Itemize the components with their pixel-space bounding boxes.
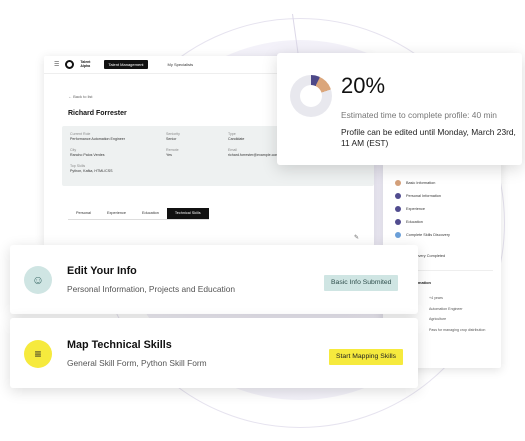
profile-tabs: Personal Experience Education Technical … <box>68 208 209 220</box>
estimated-time-text: Estimated time to complete profile: 40 m… <box>341 110 497 120</box>
info-rows: +4 years Automation Engineer Agriculture… <box>409 296 499 338</box>
start-mapping-skills-button[interactable]: Start Mapping Skills <box>329 349 404 365</box>
status-dot-icon <box>395 179 401 186</box>
nav-my-specialists[interactable]: My Specialists <box>168 62 194 67</box>
info-row: Pass for managing crop distribution <box>429 327 486 332</box>
field-seniority: Seniority Senior <box>166 132 180 141</box>
field-current-role: Current Role Performance Automation Engin… <box>70 132 125 141</box>
tab-experience[interactable]: Experience <box>99 208 134 219</box>
status-dot-icon <box>395 232 401 239</box>
back-to-list-link[interactable]: ← Back to list <box>68 94 92 99</box>
menu-icon[interactable]: ☰ <box>54 61 59 68</box>
edit-info-card[interactable]: ☺ Edit Your Info Personal Information, P… <box>10 245 418 314</box>
field-email: Email richard.forrester@example.com <box>228 148 279 157</box>
logo-text: Talent Alpha <box>80 59 91 68</box>
tab-education[interactable]: Education <box>134 208 167 219</box>
logo-icon <box>65 60 75 69</box>
info-row: Automation Engineer <box>429 306 463 311</box>
tab-technical-skills[interactable]: Technical Skills <box>166 208 209 219</box>
status-dot-icon <box>395 192 401 199</box>
map-skills-title: Map Technical Skills <box>67 339 172 351</box>
edit-deadline-text: Profile can be edited until Monday, Marc… <box>341 127 516 148</box>
field-type: Type Candidate <box>228 132 245 141</box>
progress-percent: 20% <box>341 73 386 98</box>
field-top-skills: Top Skills Python, Kafka, HTML/CSS <box>70 164 113 173</box>
step-skills-discovery[interactable]: Complete Skills Discovery <box>395 229 450 242</box>
profile-progress-popup: 20% Estimated time to complete profile: … <box>277 53 522 165</box>
edit-info-subtitle: Personal Information, Projects and Educa… <box>67 284 236 294</box>
list-icon: ≡ <box>24 340 52 368</box>
status-dot-icon <box>395 219 401 226</box>
steps-list: Basic Information Personal Information E… <box>395 176 450 242</box>
pencil-icon[interactable]: ✎ <box>354 234 359 241</box>
info-row: Agriculture <box>429 317 447 321</box>
basic-info-submitted-button[interactable]: Basic Info Submited <box>324 275 399 291</box>
progress-pie-chart <box>290 75 332 117</box>
smiley-icon: ☺ <box>24 266 52 294</box>
status-dot-icon <box>395 205 401 212</box>
profile-name: Richard Forrester <box>68 110 127 117</box>
map-skills-card[interactable]: ≡ Map Technical Skills General Skill For… <box>10 318 418 388</box>
map-skills-subtitle: General Skill Form, Python Skill Form <box>67 358 207 368</box>
step-personal-information[interactable]: Personal Information <box>395 189 450 202</box>
edit-info-title: Edit Your Info <box>67 265 137 277</box>
tab-personal[interactable]: Personal <box>68 208 99 219</box>
field-city: City Rancho Palos Verdes <box>70 148 105 157</box>
step-basic-information[interactable]: Basic Information <box>395 176 450 189</box>
nav-talent-management[interactable]: Talent Management <box>104 60 148 69</box>
field-remote: Remote Yes <box>166 148 179 157</box>
step-experience[interactable]: Experience <box>395 202 450 215</box>
info-row: +4 years <box>429 296 443 300</box>
step-education[interactable]: Education <box>395 216 450 229</box>
